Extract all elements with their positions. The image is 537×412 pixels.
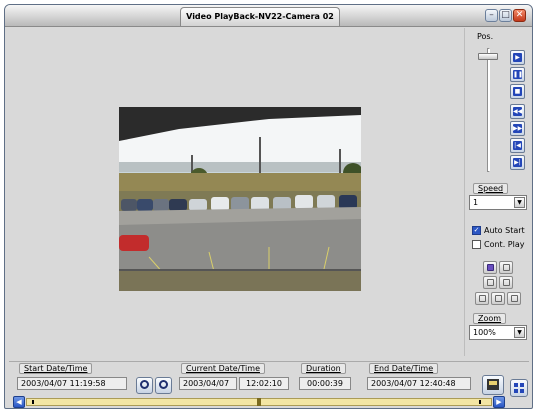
tool-b-icon — [503, 279, 510, 286]
zoom-label: Zoom — [473, 313, 507, 324]
camera-image — [119, 107, 361, 291]
chevron-down-icon[interactable]: ▼ — [514, 327, 525, 338]
stop-button[interactable]: ■ — [510, 84, 525, 99]
tool-button-a[interactable] — [483, 276, 497, 289]
timeline-start-marker — [32, 400, 34, 404]
bottom-separator — [9, 361, 529, 362]
skip-previous-icon: |◀ — [513, 141, 522, 150]
skip-next-button[interactable]: ▶| — [510, 155, 525, 170]
fast-forward-button[interactable]: ▶▶ — [510, 121, 525, 136]
tool-a-icon — [487, 279, 494, 286]
layout-1-icon — [479, 295, 486, 302]
current-time-field: 12:02:10 — [239, 377, 289, 390]
export-icon — [503, 264, 510, 271]
checkbox-checked-icon: ✓ — [472, 226, 481, 235]
speed-select[interactable]: 1 ▼ — [469, 195, 527, 210]
cont-play-label: Cont. Play — [484, 240, 525, 249]
cont-play-checkbox[interactable]: Cont. Play — [472, 239, 524, 250]
duration-field: 00:00:39 — [299, 377, 351, 390]
zoom-select[interactable]: 100% ▼ — [469, 325, 527, 340]
zoom-out-button[interactable] — [155, 377, 172, 394]
title-bar[interactable]: Video PlayBack-NV22-Camera 02 – □ ✕ — [5, 5, 532, 27]
play-icon: ▶ — [513, 53, 522, 62]
timeline-position-marker[interactable] — [257, 398, 261, 406]
layout-2-icon — [495, 295, 502, 302]
grid-icon — [514, 383, 524, 393]
play-button[interactable]: ▶ — [510, 50, 525, 65]
timeline[interactable]: ◀ ▶ — [13, 396, 505, 408]
tool-button-b[interactable] — [499, 276, 513, 289]
start-datetime-field: 2003/04/07 11:19:58 — [17, 377, 127, 390]
start-datetime-label: Start Date/Time — [19, 363, 93, 374]
rewind-button[interactable]: ◀◀ — [510, 104, 525, 119]
position-slider-thumb[interactable] — [478, 53, 498, 60]
playback-window: Video PlayBack-NV22-Camera 02 – □ ✕ Pos.… — [4, 4, 533, 409]
rewind-icon: ◀◀ — [513, 107, 523, 116]
timeline-left-icon[interactable]: ◀ — [13, 396, 25, 408]
checkbox-icon — [472, 240, 481, 249]
auto-start-label: Auto Start — [484, 226, 525, 235]
position-label: Pos. — [477, 32, 494, 41]
timeline-right-icon[interactable]: ▶ — [493, 396, 505, 408]
export-button[interactable] — [499, 261, 513, 274]
zoom-value: 100% — [473, 328, 496, 337]
control-panel: Pos. ▶ ❚❚ ■ ◀◀ ▶▶ |◀ ▶| Speed 1 ▼ ✓ Auto… — [464, 28, 532, 356]
chevron-down-icon[interactable]: ▼ — [514, 197, 525, 208]
camera-icon — [487, 264, 494, 271]
snapshot-button[interactable] — [483, 261, 497, 274]
end-datetime-field: 2003/04/07 12:40:48 — [367, 377, 471, 390]
layout-3-icon — [511, 295, 518, 302]
pause-button[interactable]: ❚❚ — [510, 67, 525, 82]
current-date-field: 2003/04/07 — [179, 377, 237, 390]
window-controls: – □ ✕ — [485, 9, 526, 22]
speed-value: 1 — [473, 198, 479, 207]
zoom-in-icon — [140, 380, 149, 389]
zoom-out-icon — [159, 380, 168, 389]
save-clip-icon — [487, 379, 499, 390]
end-datetime-label: End Date/Time — [369, 363, 439, 374]
video-frame[interactable] — [119, 107, 361, 291]
position-slider[interactable] — [487, 48, 490, 172]
layout-button-1[interactable] — [475, 292, 489, 305]
stop-icon: ■ — [513, 87, 522, 96]
pause-icon: ❚❚ — [513, 70, 524, 79]
close-icon[interactable]: ✕ — [513, 9, 526, 22]
maximize-icon[interactable]: □ — [499, 9, 512, 22]
layout-button-3[interactable] — [507, 292, 521, 305]
fast-forward-icon: ▶▶ — [513, 124, 523, 133]
current-datetime-label: Current Date/Time — [181, 363, 265, 374]
minimize-icon[interactable]: – — [485, 9, 498, 22]
window-title: Video PlayBack-NV22-Camera 02 — [180, 7, 340, 26]
duration-label: Duration — [301, 363, 346, 374]
auto-start-checkbox[interactable]: ✓ Auto Start — [472, 225, 525, 236]
skip-previous-button[interactable]: |◀ — [510, 138, 525, 153]
skip-next-icon: ▶| — [513, 158, 522, 167]
layout-button-2[interactable] — [491, 292, 505, 305]
layout-grid-button[interactable] — [510, 379, 528, 397]
save-clip-button[interactable] — [482, 375, 504, 395]
timeline-track[interactable] — [26, 398, 492, 406]
speed-label: Speed — [473, 183, 509, 194]
timeline-end-marker — [479, 400, 481, 404]
zoom-in-button[interactable] — [136, 377, 153, 394]
